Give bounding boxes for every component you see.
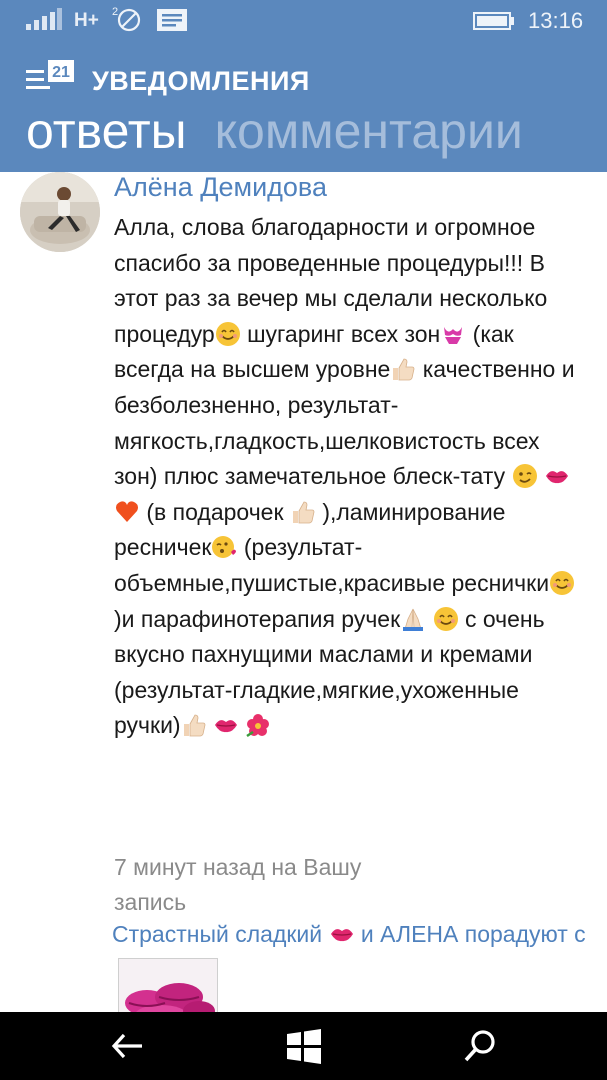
smiling-face-icon [433, 606, 458, 631]
notification-list: Алёна Демидова Алла, слова благодарности… [0, 172, 607, 1012]
message-icon [157, 9, 187, 31]
tab-replies[interactable]: ответы [26, 103, 187, 159]
windows-start-icon[interactable] [284, 1026, 324, 1066]
post-link-text[interactable]: Страстный сладкий [112, 921, 329, 947]
smiling-face-icon [215, 321, 240, 346]
post-link[interactable]: Страстный сладкий и АЛЕНА порадуют с [112, 921, 586, 948]
search-icon[interactable] [460, 1026, 500, 1066]
system-nav-bar [0, 1012, 607, 1080]
thumbs-up-icon [393, 358, 415, 381]
kiss-lips-icon [214, 720, 237, 733]
battery-icon [473, 12, 514, 30]
text-part: )и парафинотерапия ручек [114, 605, 401, 632]
text-part: шугаринг всех зон [247, 320, 441, 347]
thumbs-up-icon [183, 714, 205, 737]
svg-text:2: 2 [112, 6, 118, 18]
svg-text:21: 21 [52, 64, 70, 81]
notification-timestamp: 7 минут назад на Вашу запись [114, 854, 362, 915]
face-blowing-kiss-icon [212, 536, 237, 559]
thumbs-up-icon [292, 501, 315, 524]
notification-text[interactable]: Алла, слова благодарности и огромное спа… [114, 210, 584, 744]
status-bar: H+ 2 13:16 [0, 0, 607, 44]
tab-comments[interactable]: комментарии [215, 103, 523, 159]
notification-author[interactable]: Алёна Демидова [114, 172, 327, 203]
avatar[interactable] [20, 172, 100, 252]
smiling-face-icon [550, 570, 575, 595]
page-title: УВЕДОМЛЕНИЯ [92, 66, 310, 96]
signal-strength-icon [26, 8, 62, 30]
sim-icon: 2 [112, 6, 141, 32]
winking-face-icon [512, 464, 537, 489]
status-clock: 13:16 [528, 8, 584, 33]
post-thumbnail[interactable] [118, 958, 218, 1012]
praying-hands-icon [403, 608, 424, 631]
kiss-lips-icon [330, 929, 353, 942]
heart-icon [116, 501, 138, 522]
notifications-app-icon[interactable]: 21 [26, 60, 78, 96]
kiss-lips-icon [545, 471, 568, 484]
post-link-text[interactable]: и АЛЕНА порадуют с [355, 921, 586, 947]
text-part: (в подарочек [146, 498, 290, 525]
back-icon[interactable] [108, 1026, 148, 1066]
network-type-label: H+ [74, 10, 99, 31]
hibiscus-icon [246, 714, 270, 738]
bikini-icon [444, 326, 463, 344]
app-header: H+ 2 13:16 21 УВЕДОМЛЕНИЯ ответы коммента… [0, 0, 607, 172]
pivot-tabs: ответы комментарии [26, 102, 551, 160]
